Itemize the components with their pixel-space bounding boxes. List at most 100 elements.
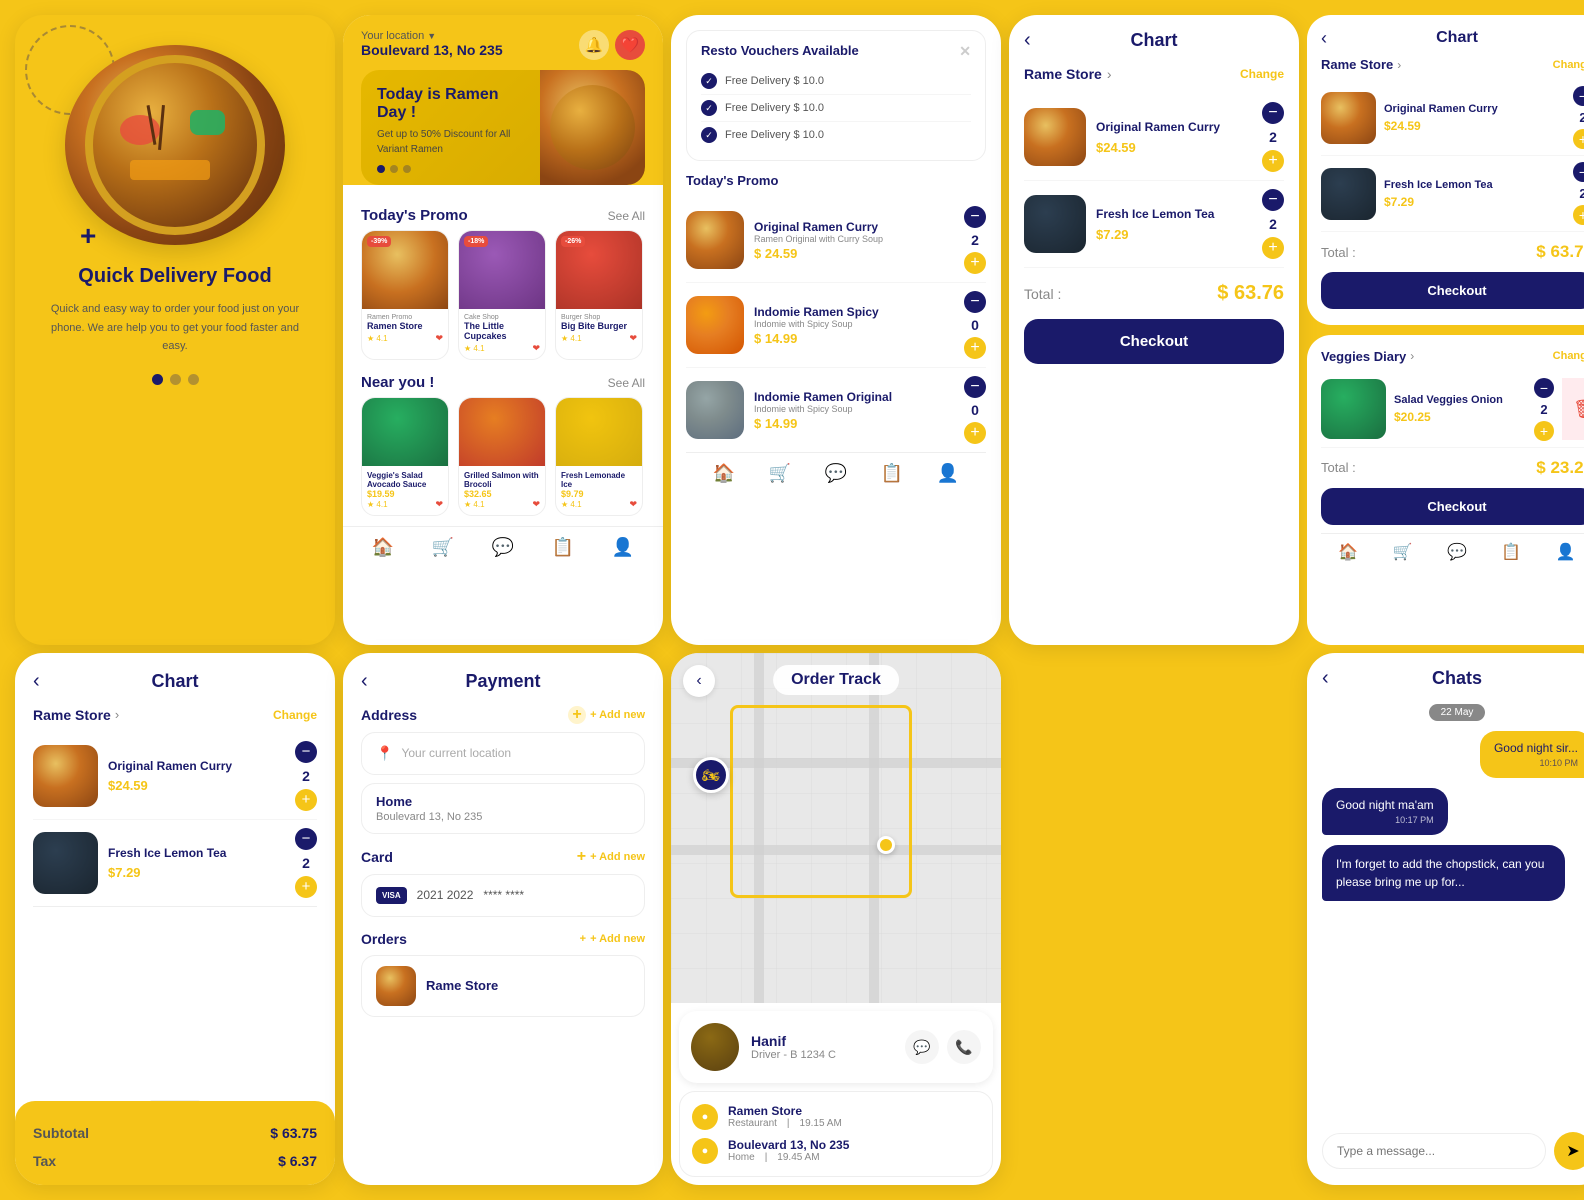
chart2-change-btn[interactable]: Change	[1553, 59, 1584, 71]
cart-tea-minus[interactable]: −	[1262, 189, 1284, 211]
card-input[interactable]: VISA 2021 2022 **** ****	[361, 874, 645, 917]
qty-minus-3[interactable]: −	[964, 376, 986, 398]
chart-bot-plus-2[interactable]: +	[295, 876, 317, 898]
veggies-nav-home[interactable]: 🏠	[1338, 542, 1358, 562]
orders-nav-cart[interactable]: 🛒	[769, 463, 791, 484]
orders-nav-profile[interactable]: 👤	[937, 463, 959, 484]
nearby-item-3[interactable]: Fresh Lemonade Ice $9.79 ★ 4.1 ❤	[555, 397, 643, 516]
nav-chat-icon[interactable]: 💬	[492, 537, 514, 558]
nearby-item-1[interactable]: Veggie's Salad Avocado Sauce $19.59 ★ 4.…	[361, 397, 449, 516]
track-back[interactable]: ‹	[683, 665, 715, 697]
chart-card-veggies: Veggies Diary › Change Salad Veggies Oni…	[1307, 335, 1584, 645]
chat-messages-list: 22 May Good night sir... 10:10 PM Good n…	[1322, 704, 1584, 1121]
card-section-header: Card + + Add new	[361, 848, 645, 866]
veggies-store-row: Veggies Diary › Change	[1321, 349, 1584, 372]
food-bowl-image	[65, 45, 285, 245]
veggies-item-img	[1321, 379, 1386, 439]
promo-item-1[interactable]: -39% Ramen Promo Ramen Store ★ 4.1 ❤	[361, 230, 449, 360]
promo-see-all[interactable]: See All	[608, 209, 645, 223]
nearby-list: Veggie's Salad Avocado Sauce $19.59 ★ 4.…	[343, 397, 663, 526]
driver-info: Hanif Driver - B 1234 C	[751, 1033, 893, 1061]
qty-num-2: 0	[971, 317, 979, 333]
veggies-change-btn[interactable]: Change	[1553, 350, 1584, 362]
chart-bot-minus-1[interactable]: −	[295, 741, 317, 763]
qty-plus-1[interactable]: +	[964, 252, 986, 274]
promo-item-2[interactable]: -18% Cake Shop The Little Cupcakes ★ 4.1…	[458, 230, 546, 360]
orders-nav-orders[interactable]: 📋	[881, 463, 903, 484]
nav-orders-icon[interactable]: 📋	[552, 537, 574, 558]
veggies-minus[interactable]: −	[1534, 378, 1554, 398]
cart-ramen-plus[interactable]: +	[1262, 150, 1284, 172]
chat-input-row: ➤	[1322, 1132, 1584, 1170]
voucher-item-3: ✓ Free Delivery $ 10.0	[701, 122, 971, 148]
cart-ramen-name: Original Ramen Curry	[1096, 120, 1252, 134]
cart-tea-qty-ctrl: − 2 +	[1262, 189, 1284, 259]
order-item-2: Indomie Ramen Spicy Indomie with Spicy S…	[686, 283, 986, 368]
chat-msg-3-text: I'm forget to add the chopstick, can you…	[1336, 855, 1551, 891]
location-input[interactable]: 📍 Your current location	[361, 732, 645, 775]
subtotal-row: Subtotal $ 63.75	[33, 1119, 317, 1147]
order-item-3-img	[686, 381, 744, 439]
chat-msg-2: Good night ma'am 10:17 PM	[1322, 788, 1448, 835]
nav-home-icon[interactable]: 🏠	[372, 537, 394, 558]
chart2-back[interactable]: ‹	[1321, 28, 1327, 49]
card-add-new[interactable]: + + Add new	[577, 848, 645, 866]
qty-plus-2[interactable]: +	[964, 337, 986, 359]
chat-driver-btn[interactable]: 💬	[905, 1030, 939, 1064]
dot-1	[152, 374, 163, 385]
chart2-plus-2[interactable]: +	[1573, 205, 1584, 225]
orders-nav-home[interactable]: 🏠	[713, 463, 735, 484]
payment-back[interactable]: ‹	[361, 670, 368, 693]
orders-nav-chat[interactable]: 💬	[825, 463, 847, 484]
chart2-minus-2[interactable]: −	[1573, 162, 1584, 182]
voucher-check-1: ✓	[701, 73, 717, 89]
location-label: Your location ▼	[361, 30, 503, 42]
cart-ramen-minus[interactable]: −	[1262, 102, 1284, 124]
nav-cart-icon[interactable]: 🛒	[432, 537, 454, 558]
chart-back-icon[interactable]: ‹	[1024, 29, 1031, 52]
veggies-plus[interactable]: +	[1534, 421, 1554, 441]
order-item-3-price: $ 14.99	[754, 416, 954, 431]
chart-bot-back[interactable]: ‹	[33, 670, 40, 693]
checkout-button[interactable]: Checkout	[1024, 319, 1284, 364]
chart-bot-plus-1[interactable]: +	[295, 789, 317, 811]
chart2-checkout-btn[interactable]: Checkout	[1321, 272, 1584, 309]
chart-bot-minus-2[interactable]: −	[295, 828, 317, 850]
order-item-2-qty: − 0 +	[964, 291, 986, 359]
nearby-see-all[interactable]: See All	[608, 376, 645, 390]
cart-total-row: Total : $ 63.76	[1024, 268, 1284, 319]
voucher-check-2: ✓	[701, 100, 717, 116]
veggies-nav-orders[interactable]: 📋	[1501, 542, 1521, 562]
nav-profile-icon[interactable]: 👤	[612, 537, 634, 558]
chart-screen-bottom: ‹ Chart Rame Store › Change Original Ram…	[15, 653, 335, 1186]
chart-bot-change-btn[interactable]: Change	[273, 708, 317, 722]
change-btn[interactable]: Change	[1240, 67, 1284, 81]
cart-tea-plus[interactable]: +	[1262, 237, 1284, 259]
bike-marker: 🏍	[693, 757, 729, 793]
chart-header: ‹ Chart	[1024, 30, 1284, 66]
qty-minus-1[interactable]: −	[964, 206, 986, 228]
orders-add-new[interactable]: + + Add new	[580, 933, 645, 945]
veggies-nav-chat[interactable]: 💬	[1447, 542, 1467, 562]
heart-icon[interactable]: ❤️	[615, 30, 645, 60]
chart2-plus-1[interactable]: +	[1573, 129, 1584, 149]
veggies-nav-cart[interactable]: 🛒	[1393, 542, 1413, 562]
nearby-price-1: $19.59	[367, 489, 443, 499]
nearby-item-2[interactable]: Grilled Salmon with Brocoli $32.65 ★ 4.1…	[458, 397, 546, 516]
orders-store-img	[376, 966, 416, 1006]
address-add-new[interactable]: + + Add new	[568, 706, 645, 724]
chart2-minus-1[interactable]: −	[1573, 86, 1584, 106]
map-route-box	[730, 705, 912, 898]
veggies-checkout-btn[interactable]: Checkout	[1321, 488, 1584, 525]
qty-plus-3[interactable]: +	[964, 422, 986, 444]
delete-btn[interactable]: 🗑	[1562, 378, 1584, 440]
promo-item-3[interactable]: -26% Burger Shop Big Bite Burger ★ 4.1 ❤	[555, 230, 643, 360]
chats-back[interactable]: ‹	[1322, 667, 1329, 690]
chat-send-btn[interactable]: ➤	[1554, 1132, 1584, 1170]
veggies-nav-profile[interactable]: 👤	[1556, 542, 1576, 562]
call-driver-btn[interactable]: 📞	[947, 1030, 981, 1064]
chat-input[interactable]	[1322, 1133, 1546, 1169]
timeline-store-name: Ramen Store	[728, 1104, 980, 1118]
qty-minus-2[interactable]: −	[964, 291, 986, 313]
bell-icon[interactable]: 🔔	[579, 30, 609, 60]
